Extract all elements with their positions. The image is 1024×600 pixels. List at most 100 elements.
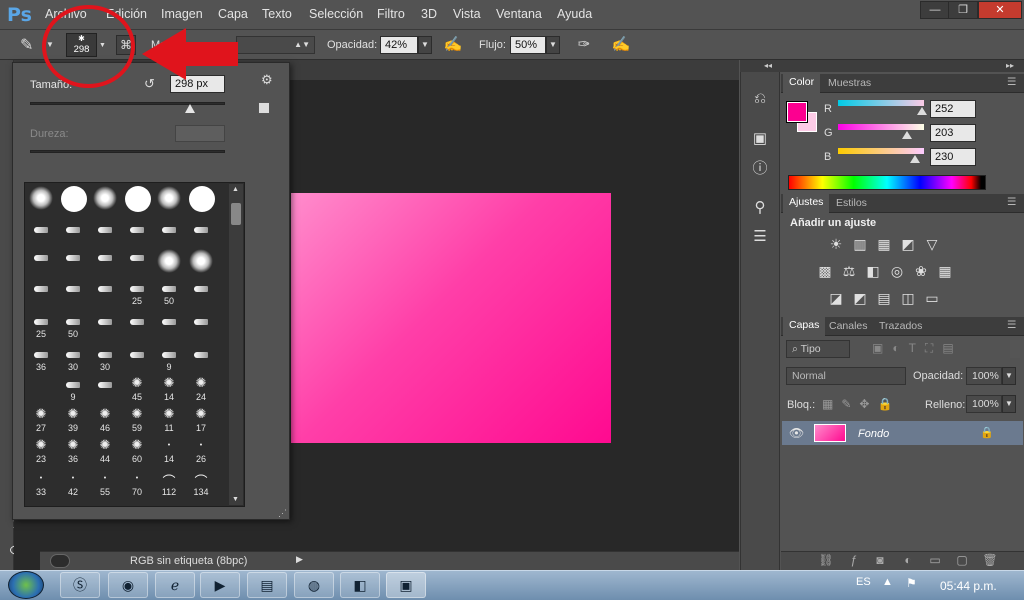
channel-slider-knob[interactable] [901,131,912,139]
brush-tip[interactable] [157,186,181,210]
channel-slider-knob[interactable] [910,155,921,163]
brush-tip[interactable] [98,255,112,261]
brush-tip[interactable] [98,286,112,292]
brush-tip[interactable] [66,227,80,233]
brush-tip[interactable] [162,286,176,292]
brush-tip[interactable] [66,382,80,388]
menu-ayuda[interactable]: Ayuda [557,7,592,21]
opacity-input[interactable]: 42% [380,36,418,54]
brush-grid-scrollbar[interactable] [229,184,243,505]
brush-tip[interactable]: ✺ [157,407,181,421]
panel-menu-icon[interactable]: ☰ [1007,76,1016,88]
channel-value-g[interactable]: 203 [930,124,976,142]
brush-tip[interactable] [157,249,181,273]
file-explorer-taskbar-icon[interactable]: ▤ [247,572,287,598]
brush-tip[interactable]: ✺ [93,438,117,452]
tab-swatches[interactable]: Muestras [828,77,871,89]
internet-explorer-taskbar-icon[interactable]: ℯ [155,572,195,598]
brush-tip[interactable] [66,255,80,261]
tab-channels[interactable]: Canales [829,320,868,332]
adjustment-icon[interactable]: ◩ [850,289,870,307]
brush-tip[interactable] [194,352,208,358]
adjustment-icon[interactable]: ❀ [911,262,931,280]
close-button[interactable]: ✕ [978,1,1022,19]
collapse-dock-icon[interactable]: ▸▸ [1006,61,1014,70]
adjustment-icon[interactable]: ▦ [874,235,894,253]
brush-tip[interactable]: ✺ [61,407,85,421]
menu-capa[interactable]: Capa [218,7,248,21]
brush-panel-icon[interactable]: ⚲ [750,198,770,218]
menu-filtro[interactable]: Filtro [377,7,405,21]
brush-tip[interactable] [130,286,144,292]
scroll-up-icon[interactable]: ▲ [232,186,239,193]
brush-tip[interactable] [98,382,112,388]
filter-toggle[interactable] [1010,340,1020,358]
brush-tip[interactable] [189,186,215,212]
brush-tip[interactable] [98,352,112,358]
pressure-opacity-icon[interactable]: ✍ [443,35,463,55]
link-layers-icon[interactable]: ⛓ [818,553,834,567]
airbrush-icon[interactable]: ✑ [574,35,594,55]
brush-tip[interactable] [34,286,48,292]
adjustment-icon[interactable]: ◪ [826,289,846,307]
opacity-dropdown-arrow[interactable]: ▼ [418,36,432,54]
channel-slider-r[interactable] [838,100,924,106]
adjustment-icon[interactable]: ▽ [922,235,942,253]
brush-tip[interactable] [34,319,48,325]
brush-tip[interactable] [189,249,213,273]
app-taskbar-icon[interactable]: ◍ [294,572,334,598]
tab-layers[interactable]: Capas [783,317,826,336]
layer-name[interactable]: Fondo [858,428,889,440]
skype-taskbar-icon[interactable]: Ⓢ [60,572,100,598]
brush-grid-scroll-thumb[interactable] [231,203,241,225]
adjustment-icon[interactable]: ▭ [922,289,942,307]
brush-tip[interactable] [66,319,80,325]
brush-tip[interactable] [34,352,48,358]
brush-tip[interactable]: ✺ [189,407,213,421]
new-preset-icon[interactable] [258,102,270,114]
mode-select[interactable]: ▲▼ [236,36,315,54]
resize-grip-icon[interactable]: ⋰ [278,508,287,519]
brush-tip[interactable] [34,255,48,261]
gear-icon[interactable]: ⚙ [261,72,273,88]
menu-seleccion[interactable]: Selección [309,7,363,21]
brush-tip[interactable]: • [157,442,181,449]
brush-tip[interactable]: • [29,475,53,482]
media-player-taskbar-icon[interactable]: ▶ [200,572,240,598]
menu-vista[interactable]: Vista [453,7,481,21]
brush-tip[interactable] [34,227,48,233]
brush-tip[interactable] [130,352,144,358]
taskbar-clock[interactable]: 05:44 p.m. [940,579,997,593]
tab-paths[interactable]: Trazados [879,320,922,332]
brush-tip[interactable]: • [61,475,85,482]
layer-opacity-input[interactable]: 100% [966,367,1002,385]
fill-arrow[interactable]: ▼ [1002,395,1016,413]
flow-dropdown-arrow[interactable]: ▼ [546,36,560,54]
adjustment-icon[interactable]: ⚖ [839,262,859,280]
brush-tip[interactable] [194,319,208,325]
brush-tip[interactable] [93,186,117,210]
brush-tip[interactable] [29,186,53,210]
chrome-taskbar-icon[interactable]: ◉ [108,572,148,598]
brush-tip[interactable] [162,227,176,233]
tab-color[interactable]: Color [783,74,821,93]
status-zoom-icon[interactable] [50,554,70,568]
document-canvas[interactable] [291,193,611,443]
history-icon[interactable]: ⎌ [750,90,770,110]
visibility-eye-icon[interactable]: 👁 [789,426,804,440]
blend-mode-select[interactable]: Normal [786,367,906,385]
lock-icons[interactable]: ▦✎✥🔒 [822,397,900,411]
brush-tip[interactable] [194,286,208,292]
restore-button[interactable]: ❐ [948,1,978,19]
brush-tip[interactable] [98,227,112,233]
brush-tip[interactable]: • [93,475,117,482]
brush-presets-icon[interactable]: ☰ [750,227,770,247]
adjustment-icon[interactable]: ◧ [863,262,883,280]
foreground-color-swatch[interactable] [786,101,808,123]
brush-tip[interactable]: ✺ [29,438,53,452]
minimize-button[interactable]: — [920,1,950,19]
tray-arrow-icon[interactable]: ▲ [882,576,893,588]
brush-tip[interactable]: ✺ [125,407,149,421]
channel-value-b[interactable]: 230 [930,148,976,166]
brush-tip[interactable]: ✺ [189,376,213,390]
